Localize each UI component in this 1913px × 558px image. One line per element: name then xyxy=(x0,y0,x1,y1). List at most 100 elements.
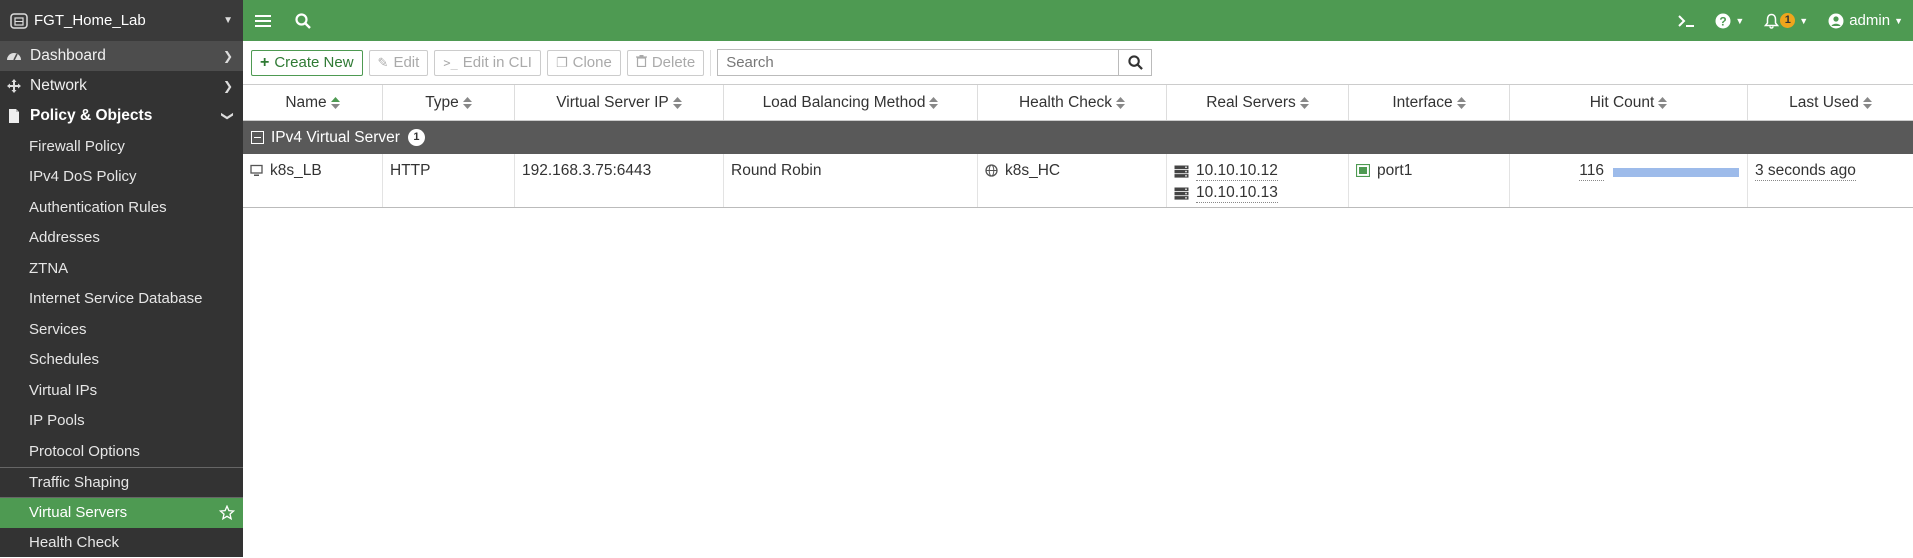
port-interface-icon xyxy=(1356,164,1370,177)
column-header-last-used[interactable]: Last Used xyxy=(1748,85,1913,120)
sidebar-item-health-check[interactable]: Health Check xyxy=(0,528,243,558)
create-new-button[interactable]: + Create New xyxy=(251,50,363,76)
trash-icon xyxy=(636,55,647,70)
terminal-icon: >_ xyxy=(443,56,457,70)
clone-button[interactable]: ❐ Clone xyxy=(547,50,621,76)
table-header: Name Type Virtual Server IP Load Balanci… xyxy=(243,84,1913,121)
real-server-ip: 10.10.10.13 xyxy=(1196,184,1278,203)
sidebar-item-firewall-policy[interactable]: Firewall Policy xyxy=(0,131,243,162)
sidebar-item-schedules[interactable]: Schedules xyxy=(0,345,243,376)
real-server-entry[interactable]: 10.10.10.13 xyxy=(1174,184,1278,203)
caret-down-icon: ▼ xyxy=(1735,16,1744,26)
sidebar-item-virtual-ips[interactable]: Virtual IPs xyxy=(0,375,243,406)
group-row-ipv4-virtual-server[interactable]: IPv4 Virtual Server 1 xyxy=(243,121,1913,154)
search-input[interactable] xyxy=(717,49,1119,76)
cell-name: k8s_LB xyxy=(243,154,383,207)
virtual-servers-table: Name Type Virtual Server IP Load Balanci… xyxy=(243,84,1913,208)
cell-interface: port1 xyxy=(1349,154,1510,207)
delete-button[interactable]: Delete xyxy=(627,50,704,76)
table-row[interactable]: k8s_LB HTTP 192.168.3.75:6443 Round Robi… xyxy=(243,154,1913,208)
sort-icon xyxy=(1863,97,1872,109)
help-menu-button[interactable]: ? ▼ xyxy=(1705,0,1754,41)
search-button[interactable] xyxy=(1119,49,1152,76)
sidebar-item-addresses[interactable]: Addresses xyxy=(0,223,243,254)
terminal-icon xyxy=(1677,14,1695,28)
column-label: Virtual Server IP xyxy=(556,94,669,112)
cell-last-used: 3 seconds ago xyxy=(1748,154,1913,207)
sort-icon xyxy=(673,97,682,109)
column-header-name[interactable]: Name xyxy=(243,85,383,120)
menu-toggle-button[interactable] xyxy=(243,0,283,41)
column-header-hit-count[interactable]: Hit Count xyxy=(1510,85,1748,120)
virtual-server-name: k8s_LB xyxy=(270,162,322,180)
real-server-entry[interactable]: 10.10.10.12 xyxy=(1174,162,1278,181)
column-header-virtual-server-ip[interactable]: Virtual Server IP xyxy=(515,85,724,120)
sidebar-item-label: Virtual Servers xyxy=(29,504,127,521)
edit-button[interactable]: ✎ Edit xyxy=(369,50,429,76)
sidebar-item-virtual-servers[interactable]: Virtual Servers xyxy=(0,497,243,528)
sidebar-item-services[interactable]: Services xyxy=(0,314,243,345)
column-header-real-servers[interactable]: Real Servers xyxy=(1167,85,1349,120)
sort-icon xyxy=(1300,97,1309,109)
health-check-name[interactable]: k8s_HC xyxy=(1005,162,1060,180)
chevron-right-icon: ❯ xyxy=(223,79,233,93)
user-menu-button[interactable]: admin ▼ xyxy=(1818,0,1913,41)
column-label: Health Check xyxy=(1019,94,1112,112)
toolbar: + Create New ✎ Edit >_ Edit in CLI ❐ Clo… xyxy=(243,41,1913,84)
real-server-ip: 10.10.10.12 xyxy=(1196,162,1278,181)
hit-count-bar xyxy=(1613,168,1739,177)
group-count-badge: 1 xyxy=(408,129,425,146)
search-icon xyxy=(1128,55,1143,70)
cell-virtual-server-ip: 192.168.3.75:6443 xyxy=(515,154,724,207)
firewall-device-icon xyxy=(10,12,28,30)
device-name: FGT_Home_Lab xyxy=(34,12,223,29)
favorite-star-icon[interactable] xyxy=(219,505,235,525)
sort-icon xyxy=(1457,97,1466,109)
interface-name: port1 xyxy=(1377,162,1412,180)
column-header-health-check[interactable]: Health Check xyxy=(978,85,1167,120)
pencil-icon: ✎ xyxy=(378,55,389,71)
sidebar: FGT_Home_Lab ▼ Dashboard ❯ Network ❯ Pol… xyxy=(0,0,243,557)
cli-console-button[interactable] xyxy=(1667,0,1705,41)
collapse-toggle-icon[interactable] xyxy=(251,131,264,144)
chevron-down-icon: ❯ xyxy=(221,111,235,121)
sidebar-item-internet-service-database[interactable]: Internet Service Database xyxy=(0,284,243,315)
notifications-button[interactable]: 1 ▼ xyxy=(1754,0,1818,41)
device-selector[interactable]: FGT_Home_Lab ▼ xyxy=(0,0,243,41)
column-header-load-balancing-method[interactable]: Load Balancing Method xyxy=(724,85,978,120)
column-header-type[interactable]: Type xyxy=(383,85,515,120)
edit-in-cli-button[interactable]: >_ Edit in CLI xyxy=(434,50,541,76)
caret-down-icon: ▼ xyxy=(223,15,233,26)
edit-label: Edit xyxy=(393,54,419,71)
top-bar: ? ▼ 1 ▼ admin ▼ xyxy=(243,0,1913,41)
server-rack-icon xyxy=(1174,165,1189,178)
cell-load-balancing-method: Round Robin xyxy=(724,154,978,207)
column-header-interface[interactable]: Interface xyxy=(1349,85,1510,120)
column-label: Interface xyxy=(1392,94,1452,112)
sidebar-item-dashboard[interactable]: Dashboard ❯ xyxy=(0,41,243,71)
cell-hit-count: 116 xyxy=(1510,154,1748,207)
hit-count-value: 116 xyxy=(1579,162,1604,181)
sidebar-item-network[interactable]: Network ❯ xyxy=(0,71,243,101)
sort-ascending-icon xyxy=(331,97,340,109)
column-label: Name xyxy=(285,94,326,112)
svg-text:?: ? xyxy=(1720,14,1727,28)
sidebar-item-ipv4-dos-policy[interactable]: IPv4 DoS Policy xyxy=(0,162,243,193)
username: admin xyxy=(1849,12,1890,29)
caret-down-icon: ▼ xyxy=(1799,16,1808,26)
delete-label: Delete xyxy=(652,54,695,71)
sort-icon xyxy=(463,97,472,109)
sidebar-item-protocol-options[interactable]: Protocol Options xyxy=(0,436,243,467)
sidebar-item-policy-objects[interactable]: Policy & Objects ❯ xyxy=(0,101,243,131)
column-label: Hit Count xyxy=(1590,94,1655,112)
sidebar-item-ztna[interactable]: ZTNA xyxy=(0,253,243,284)
virtual-server-icon xyxy=(250,164,263,177)
group-label: IPv4 Virtual Server xyxy=(271,129,400,147)
sidebar-item-authentication-rules[interactable]: Authentication Rules xyxy=(0,192,243,223)
health-check-globe-icon xyxy=(985,164,998,177)
clone-copy-icon: ❐ xyxy=(556,55,568,71)
sidebar-item-ip-pools[interactable]: IP Pools xyxy=(0,406,243,437)
load-balancing-method: Round Robin xyxy=(731,162,821,180)
global-search-button[interactable] xyxy=(283,0,323,41)
sidebar-item-traffic-shaping[interactable]: Traffic Shaping xyxy=(0,467,243,498)
